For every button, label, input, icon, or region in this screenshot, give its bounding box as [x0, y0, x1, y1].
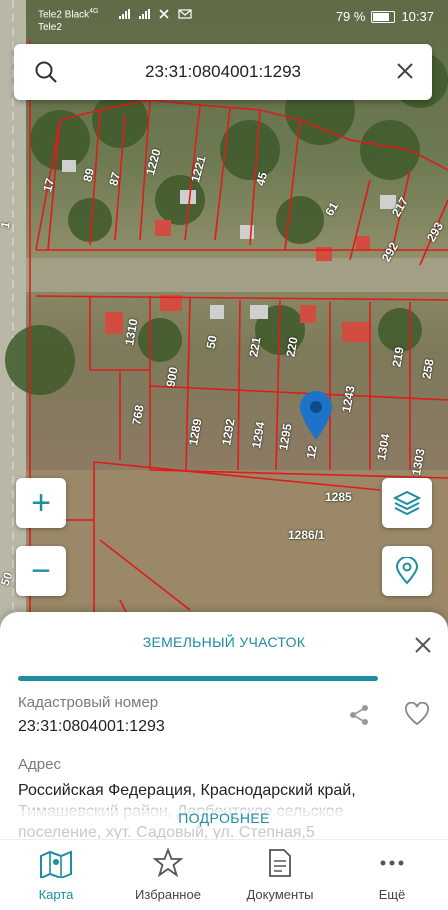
location-pin-icon [395, 557, 419, 585]
search-input[interactable]: 23:31:0804001:1293 [76, 62, 370, 82]
more-icon [380, 860, 404, 866]
nav-item-map[interactable]: Карта [0, 848, 112, 902]
address-line: Российская Федерация, Краснодарский край… [18, 782, 356, 799]
layers-icon [393, 490, 421, 516]
close-icon[interactable] [414, 636, 432, 654]
battery-icon [371, 10, 396, 23]
carrier-1: Tele2 Black [38, 9, 90, 21]
status-icons [118, 8, 192, 20]
minus-icon: − [31, 552, 51, 590]
search-bar[interactable]: 23:31:0804001:1293 [14, 44, 432, 100]
my-location-button[interactable] [382, 546, 432, 596]
parcel-label[interactable]: 12 [304, 444, 320, 460]
nav-item-more[interactable]: Ещё [336, 848, 448, 902]
cadastral-number-value: 23:31:0804001:1293 [18, 718, 165, 735]
clock: 10:37 [401, 9, 434, 24]
message-icon [178, 9, 192, 19]
bottom-navigation: Карта Избранное Документы Ещё [0, 839, 448, 910]
layers-button[interactable] [382, 478, 432, 528]
carrier-2: Tele2 [38, 22, 62, 34]
network-type: 4G [89, 8, 99, 15]
parcel-label[interactable]: 1286/1 [288, 528, 325, 542]
signal-icon [139, 9, 150, 19]
nav-item-favorites[interactable]: Избранное [112, 847, 224, 902]
address-label: Адрес [18, 756, 61, 773]
nav-label: Ещё [378, 887, 406, 902]
favorite-heart-icon[interactable] [404, 702, 430, 726]
document-icon [269, 849, 291, 877]
nav-label: Избранное [135, 887, 201, 902]
selected-parcel-pin-icon[interactable] [298, 390, 334, 442]
cadastral-number-label: Кадастровый номер [18, 694, 159, 711]
close-icon[interactable] [396, 62, 414, 80]
plus-icon: + [31, 484, 51, 522]
battery-percent: 79 % [335, 9, 366, 24]
location-status-icon [159, 9, 169, 19]
share-icon[interactable] [348, 704, 370, 726]
status-bar: Tele2 Black4G Tele2 79 % 10:37 [0, 0, 448, 34]
signal-icon [119, 9, 130, 19]
parcel-label[interactable]: 1285 [325, 490, 352, 504]
map-icon [40, 850, 72, 880]
nav-label: Документы [246, 887, 314, 902]
road [26, 258, 448, 292]
sheet-drag-bar[interactable] [18, 676, 378, 681]
zoom-out-button[interactable]: − [16, 546, 66, 596]
nav-item-documents[interactable]: Документы [224, 848, 336, 902]
star-icon [152, 847, 184, 878]
carrier-info: Tele2 Black4G Tele2 [38, 5, 98, 34]
search-icon[interactable] [34, 60, 58, 84]
sheet-title: ЗЕМЕЛЬНЫЙ УЧАСТОК [142, 634, 306, 650]
parcel-label[interactable]: 50 [204, 334, 220, 350]
more-details-button[interactable]: ПОДРОБНЕЕ [0, 810, 448, 826]
nav-label: Карта [38, 887, 74, 902]
zoom-in-button[interactable]: + [16, 478, 66, 528]
